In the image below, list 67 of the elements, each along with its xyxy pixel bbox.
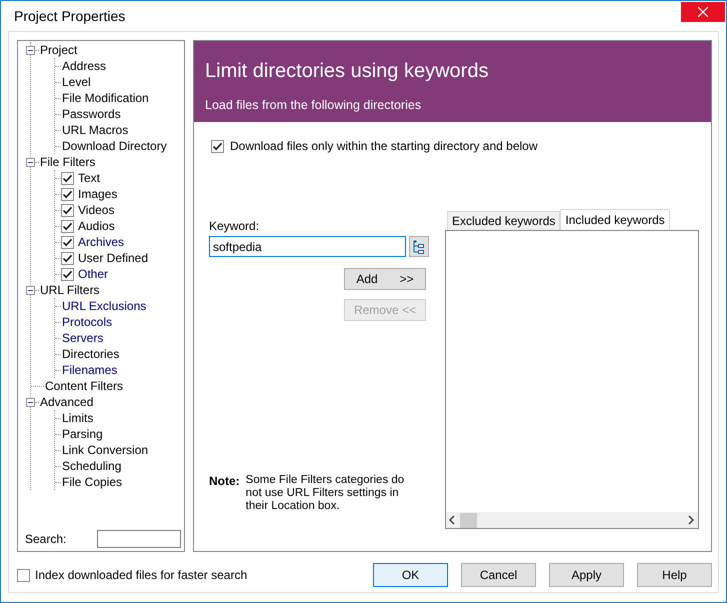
tree-item[interactable]: Videos: [77, 203, 116, 217]
window-title: Project Properties: [14, 8, 126, 24]
tree-item[interactable]: URL Exclusions: [61, 299, 148, 313]
dialog-button[interactable]: Help: [637, 563, 712, 587]
tab[interactable]: Included keywords: [560, 209, 670, 230]
tree-item[interactable]: Filenames: [61, 363, 118, 377]
collapse-icon[interactable]: [26, 286, 35, 294]
checkbox[interactable]: [61, 204, 74, 216]
tree-item[interactable]: Download Directory: [61, 139, 168, 153]
tree-button[interactable]: [409, 236, 429, 257]
tree-item[interactable]: Archives: [77, 235, 126, 249]
tree-item[interactable]: Servers: [61, 331, 104, 345]
tree-item[interactable]: Images: [77, 187, 118, 201]
close-icon: [698, 7, 708, 17]
dialog-button[interactable]: Cancel: [461, 563, 536, 587]
tree-item[interactable]: Link Conversion: [61, 443, 150, 457]
tree-item[interactable]: Content Filters: [44, 379, 124, 393]
tree-item[interactable]: User Defined: [77, 251, 150, 265]
tree-icon: [413, 240, 425, 254]
tree-item[interactable]: URL Filters: [39, 283, 101, 297]
dialog-button[interactable]: Apply: [549, 563, 624, 587]
checkbox[interactable]: [61, 188, 74, 200]
tree-item[interactable]: Address: [61, 59, 108, 73]
option-label: Download files only within the starting directory and below: [230, 139, 538, 153]
checkbox[interactable]: [61, 252, 74, 264]
tree-item[interactable]: Protocols: [61, 315, 114, 329]
note-label: Note:: [209, 474, 240, 490]
search-label: Search:: [25, 532, 66, 546]
scroll-right-icon[interactable]: [687, 515, 695, 525]
checkbox[interactable]: [61, 268, 74, 280]
tree-item[interactable]: Audios: [77, 219, 116, 233]
tree-item[interactable]: URL Macros: [61, 123, 130, 137]
collapse-icon[interactable]: [26, 158, 35, 166]
tree-item[interactable]: Scheduling: [61, 459, 122, 473]
tree-item[interactable]: Text: [77, 171, 102, 185]
tree-item[interactable]: Other: [77, 267, 110, 281]
close-button[interactable]: [681, 2, 725, 22]
collapse-icon[interactable]: [26, 46, 35, 54]
checkbox[interactable]: [211, 140, 224, 152]
scrollbar[interactable]: [446, 512, 698, 528]
checkbox[interactable]: [61, 236, 74, 248]
tree-item[interactable]: Limits: [61, 411, 94, 425]
tree-item[interactable]: Project: [39, 43, 78, 57]
tree-item[interactable]: File Modification: [61, 91, 150, 105]
add-button[interactable]: Add >>: [344, 268, 426, 290]
scrollbar-thumb[interactable]: [460, 512, 477, 528]
tree-item[interactable]: File Copies: [61, 475, 124, 489]
tree-item[interactable]: Level: [61, 75, 92, 89]
tree-item[interactable]: Advanced: [39, 395, 94, 409]
tree-item[interactable]: Parsing: [61, 427, 104, 441]
checkbox[interactable]: [61, 220, 74, 232]
dialog-button[interactable]: OK: [373, 563, 448, 587]
collapse-icon[interactable]: [26, 398, 35, 406]
tree-item[interactable]: Passwords: [61, 107, 122, 121]
checkbox[interactable]: [61, 172, 74, 184]
page-title: Limit directories using keywords: [205, 60, 490, 83]
note-text: Some File Filters categories do not use URL Filters settings in their Location box.: [246, 474, 406, 513]
keyword-label: Keyword:: [209, 219, 260, 233]
keyword-field[interactable]: softpedia: [209, 236, 406, 257]
checkbox[interactable]: [17, 568, 30, 582]
tab[interactable]: Excluded keywords: [447, 211, 560, 230]
search-field[interactable]: [97, 530, 181, 548]
page-subtitle: Load files from the following directories: [205, 98, 422, 112]
scroll-left-icon[interactable]: [448, 515, 456, 525]
option-label: Index downloaded files for faster search: [35, 568, 248, 582]
tree-item[interactable]: Directories: [61, 347, 120, 361]
tree-item[interactable]: File Filters: [39, 155, 96, 169]
